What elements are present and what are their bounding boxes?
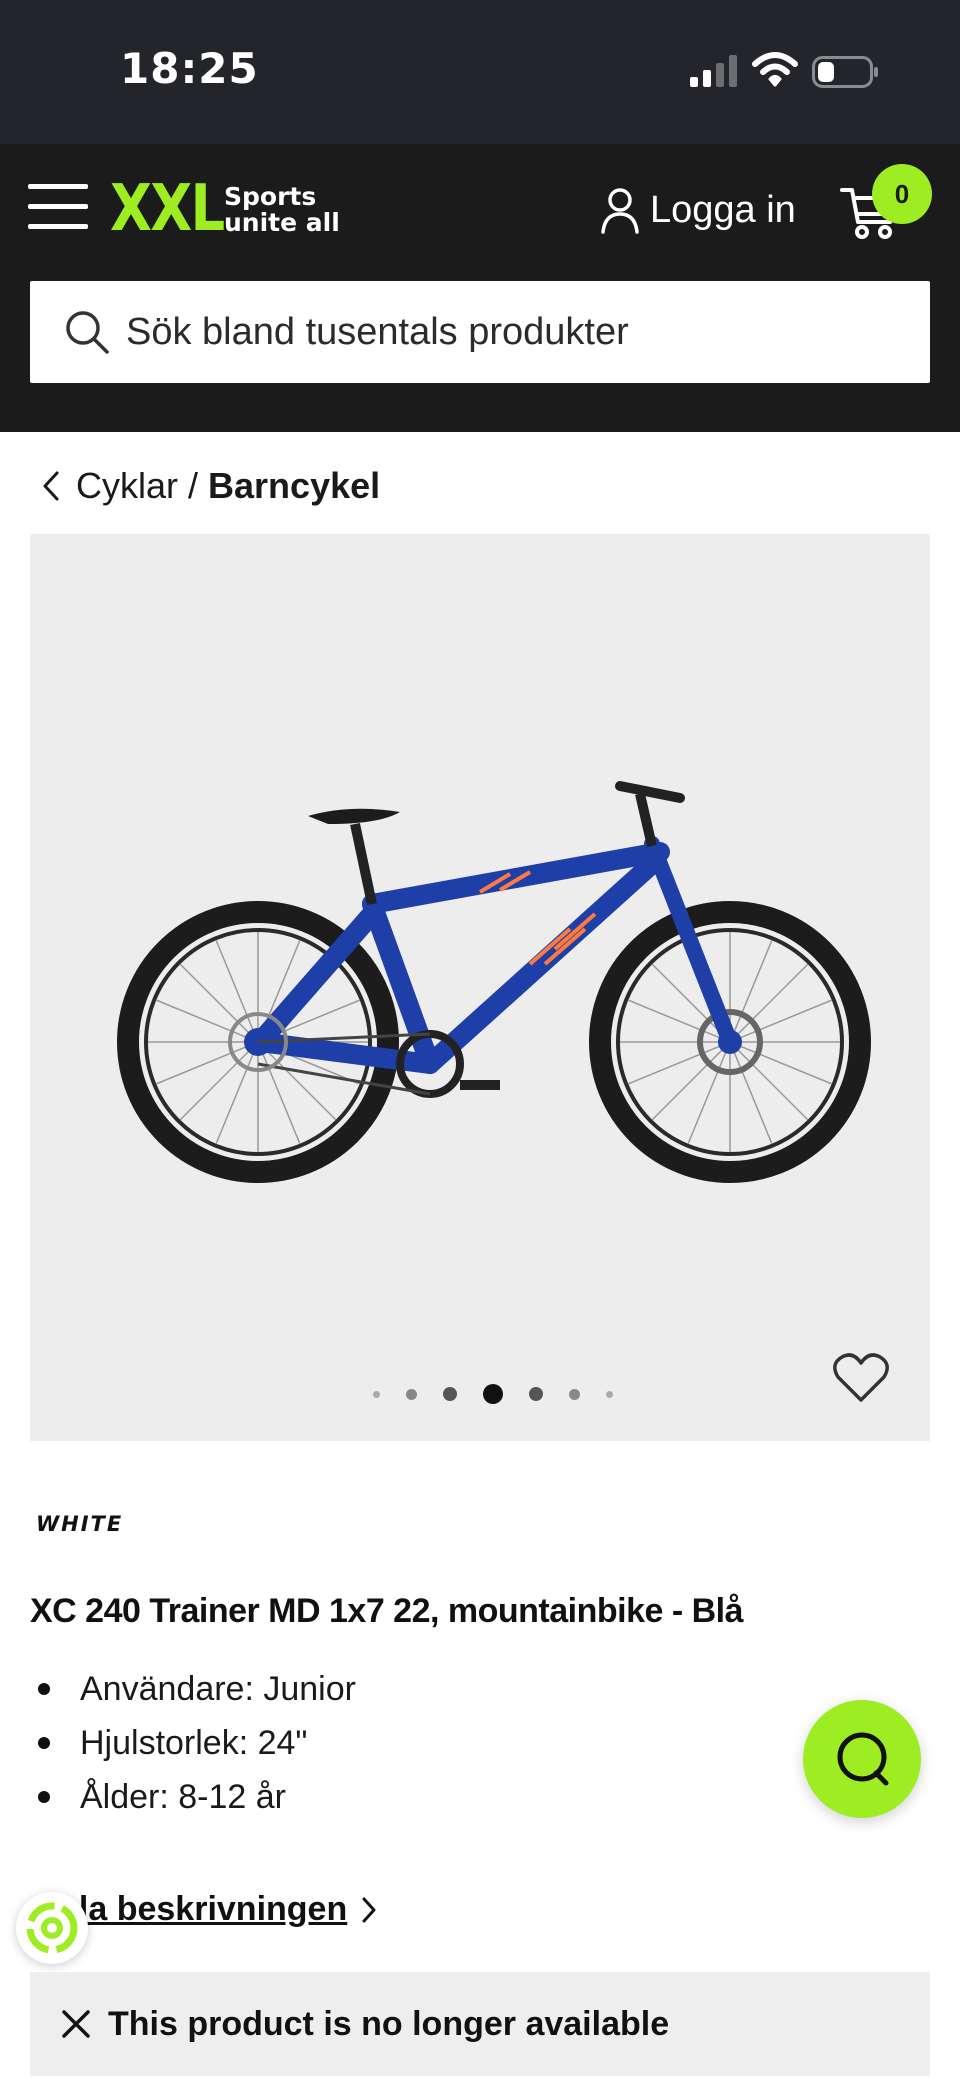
spec-list: Användare: Junior Hjulstorlek: 24" Ålder… xyxy=(30,1662,356,1824)
spec-item: Ålder: 8-12 år xyxy=(30,1770,356,1824)
close-icon[interactable] xyxy=(60,2008,92,2040)
hamburger-line xyxy=(28,224,88,229)
breadcrumb-parent-link[interactable]: Cyklar xyxy=(76,465,178,507)
menu-button[interactable] xyxy=(28,184,88,232)
chevron-right-icon xyxy=(362,1897,376,1922)
brand-logo[interactable]: WHITE xyxy=(36,1512,123,1536)
carousel-dot-active[interactable] xyxy=(483,1384,503,1404)
chevron-left-icon[interactable] xyxy=(40,469,62,503)
hamburger-line xyxy=(28,204,88,209)
breadcrumb-separator: / xyxy=(188,465,199,506)
carousel-dots xyxy=(360,1374,626,1414)
search-icon xyxy=(66,311,109,354)
heart-icon[interactable] xyxy=(832,1352,890,1404)
bike-image xyxy=(117,781,871,1183)
logo-tagline-line-1: Sports xyxy=(224,182,317,211)
carousel-dot[interactable] xyxy=(373,1390,380,1398)
battery-icon xyxy=(812,56,878,88)
carousel-dot[interactable] xyxy=(606,1390,613,1398)
logo-wordmark: XXL xyxy=(110,172,225,246)
login-button[interactable]: Logga in xyxy=(600,182,796,238)
carousel-dot[interactable] xyxy=(443,1387,457,1401)
user-icon xyxy=(601,188,639,234)
carousel-dot[interactable] xyxy=(569,1388,580,1400)
breadcrumb-current: Barncykel xyxy=(208,465,381,506)
search-box[interactable] xyxy=(30,281,930,383)
carousel-dot[interactable] xyxy=(529,1387,543,1401)
chat-button[interactable] xyxy=(803,1700,921,1818)
chat-icon xyxy=(837,1732,889,1786)
product-title: XC 240 Trainer MD 1x7 22, mountainbike -… xyxy=(30,1592,744,1630)
wifi-icon xyxy=(752,52,798,87)
availability-notice: This product is no longer available xyxy=(30,1972,930,2076)
cellular-signal-icon xyxy=(690,55,737,87)
availability-text: This product is no longer available xyxy=(108,2004,670,2043)
search-input[interactable] xyxy=(126,310,906,354)
recycle-icon xyxy=(26,1902,78,1954)
logo-tagline-line-2: unite all xyxy=(224,208,340,237)
login-label: Logga in xyxy=(650,188,796,231)
spec-item: Användare: Junior xyxy=(30,1662,356,1716)
logo-tagline: Sports unite all xyxy=(224,184,340,236)
cart-count-badge[interactable]: 0 xyxy=(872,164,932,224)
hamburger-line xyxy=(28,184,88,189)
product-image-gallery[interactable] xyxy=(30,534,930,1441)
site-header: XXL Sports unite all Logga in 0 xyxy=(0,144,960,432)
xxl-logo[interactable]: XXL Sports unite all xyxy=(110,174,350,244)
breadcrumb: Cyklar / Barncykel xyxy=(40,462,380,510)
carousel-dot[interactable] xyxy=(406,1388,417,1400)
spec-item: Hjulstorlek: 24" xyxy=(30,1716,356,1770)
status-bar: 18:25 xyxy=(0,0,960,144)
full-description-label: ela beskrivningen xyxy=(60,1890,348,1928)
full-description-link[interactable]: ela beskrivningen xyxy=(60,1890,377,1929)
sustainability-badge[interactable] xyxy=(16,1892,88,1964)
status-time: 18:25 xyxy=(120,44,259,93)
